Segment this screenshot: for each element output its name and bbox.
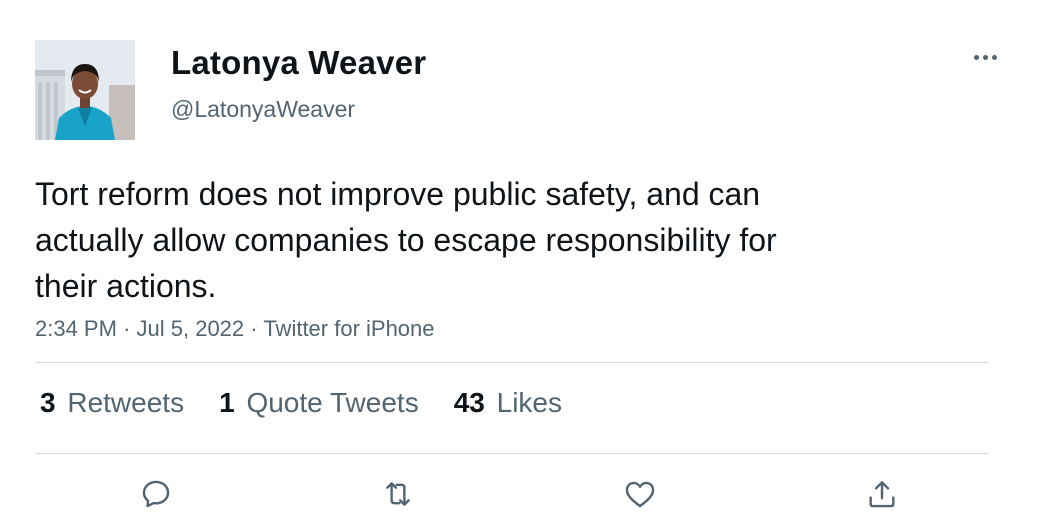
tweet-metadata: 2:34 PM · Jul 5, 2022 · Twitter for iPho…	[35, 316, 435, 342]
share-icon	[869, 481, 895, 508]
tweet-time-link[interactable]: 2:34 PM · Jul 5, 2022	[35, 316, 244, 341]
engagement-stats: 3 Retweets 1 Quote Tweets 43 Likes	[35, 387, 592, 419]
author-display-name[interactable]: Latonya Weaver	[171, 44, 426, 82]
profile-photo-icon	[35, 40, 135, 140]
tweet-source-link[interactable]: Twitter for iPhone	[263, 316, 434, 341]
avatar[interactable]	[35, 40, 135, 140]
author-handle[interactable]: @LatonyaWeaver	[171, 96, 355, 123]
tweet-text: Tort reform does not improve public safe…	[35, 176, 777, 304]
divider	[35, 453, 989, 454]
more-options-icon[interactable]	[974, 52, 1002, 62]
share-button[interactable]	[860, 472, 904, 516]
meta-separator: ·	[250, 316, 258, 341]
retweet-button[interactable]	[376, 472, 420, 516]
like-button[interactable]	[618, 472, 662, 516]
likes-stat[interactable]: 43 Likes	[449, 387, 562, 419]
divider	[35, 362, 989, 363]
reply-icon	[142, 480, 170, 508]
like-icon	[625, 481, 655, 508]
quote-tweets-stat[interactable]: 1 Quote Tweets	[214, 387, 419, 419]
retweets-stat[interactable]: 3 Retweets	[35, 387, 184, 419]
retweet-icon	[386, 482, 410, 506]
reply-button[interactable]	[134, 472, 178, 516]
